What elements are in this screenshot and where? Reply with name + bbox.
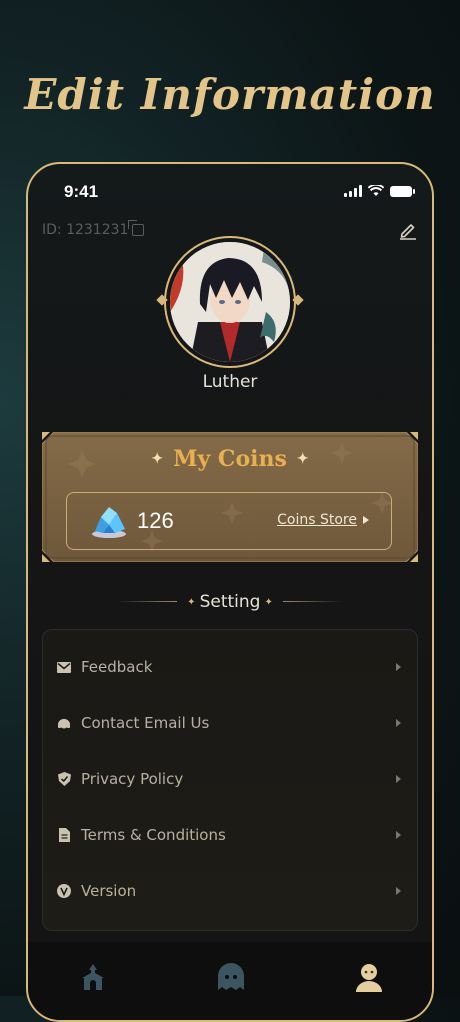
settings-menu: Feedback Contact Email Us Privacy Policy…: [42, 629, 418, 931]
avatar-image: [170, 242, 290, 362]
coins-store-link[interactable]: Coins Store: [277, 512, 369, 528]
temple-home-icon[interactable]: [76, 960, 110, 994]
profile-icon[interactable]: [352, 960, 386, 994]
status-bar: 9:41: [64, 182, 415, 204]
envelope-icon: [57, 660, 71, 674]
menu-item-feedback[interactable]: Feedback: [43, 639, 417, 695]
tab-bar: [28, 942, 432, 1020]
menu-item-contact-email[interactable]: Contact Email Us: [43, 695, 417, 751]
coin-amount: 126: [137, 508, 174, 533]
sparkle-icon: ✦: [151, 451, 164, 467]
signal-icon: [344, 185, 362, 197]
version-v-icon: [57, 884, 71, 898]
user-id-text: ID: 1231231: [42, 222, 129, 238]
status-time: 9:41: [64, 182, 99, 201]
avatar[interactable]: [156, 236, 304, 368]
user-id-row[interactable]: ID: 1231231: [42, 220, 145, 238]
page-headline: Edit Information: [24, 70, 436, 119]
chevron-right-icon: [396, 663, 401, 671]
chevron-right-icon: [396, 719, 401, 727]
headset-icon: [57, 716, 71, 730]
menu-item-privacy-policy[interactable]: Privacy Policy: [43, 751, 417, 807]
coins-store-label: Coins Store: [277, 512, 357, 528]
copy-icon[interactable]: [128, 220, 145, 236]
ghost-chat-icon[interactable]: [214, 960, 248, 994]
chevron-right-icon: [396, 831, 401, 839]
coins-title: My Coins: [173, 446, 287, 472]
gem-icon: [92, 507, 126, 538]
chevron-right-icon: [396, 775, 401, 783]
username: Luther: [202, 372, 258, 392]
chevron-right-icon: [396, 887, 401, 895]
edit-pencil-icon[interactable]: [398, 220, 418, 240]
menu-item-terms[interactable]: Terms & Conditions: [43, 807, 417, 863]
caret-right-icon: [363, 516, 369, 524]
document-icon: [57, 828, 71, 842]
shield-check-icon: [57, 772, 71, 786]
settings-heading-label: Setting: [199, 592, 261, 612]
wifi-icon: [368, 185, 384, 196]
menu-item-version[interactable]: Version: [43, 863, 417, 919]
sparkle-icon: ✦: [296, 451, 309, 467]
settings-heading: ✦ Setting ✦: [28, 592, 432, 612]
phone-frame: 9:41 ID: 1231231 Luther ✦ My Coins ✦ 126…: [26, 162, 434, 1022]
my-coins-panel: ✦ My Coins ✦ 126 Coins Store: [42, 432, 418, 562]
battery-icon: [390, 185, 415, 197]
coin-balance-box: 126 Coins Store: [66, 492, 392, 550]
